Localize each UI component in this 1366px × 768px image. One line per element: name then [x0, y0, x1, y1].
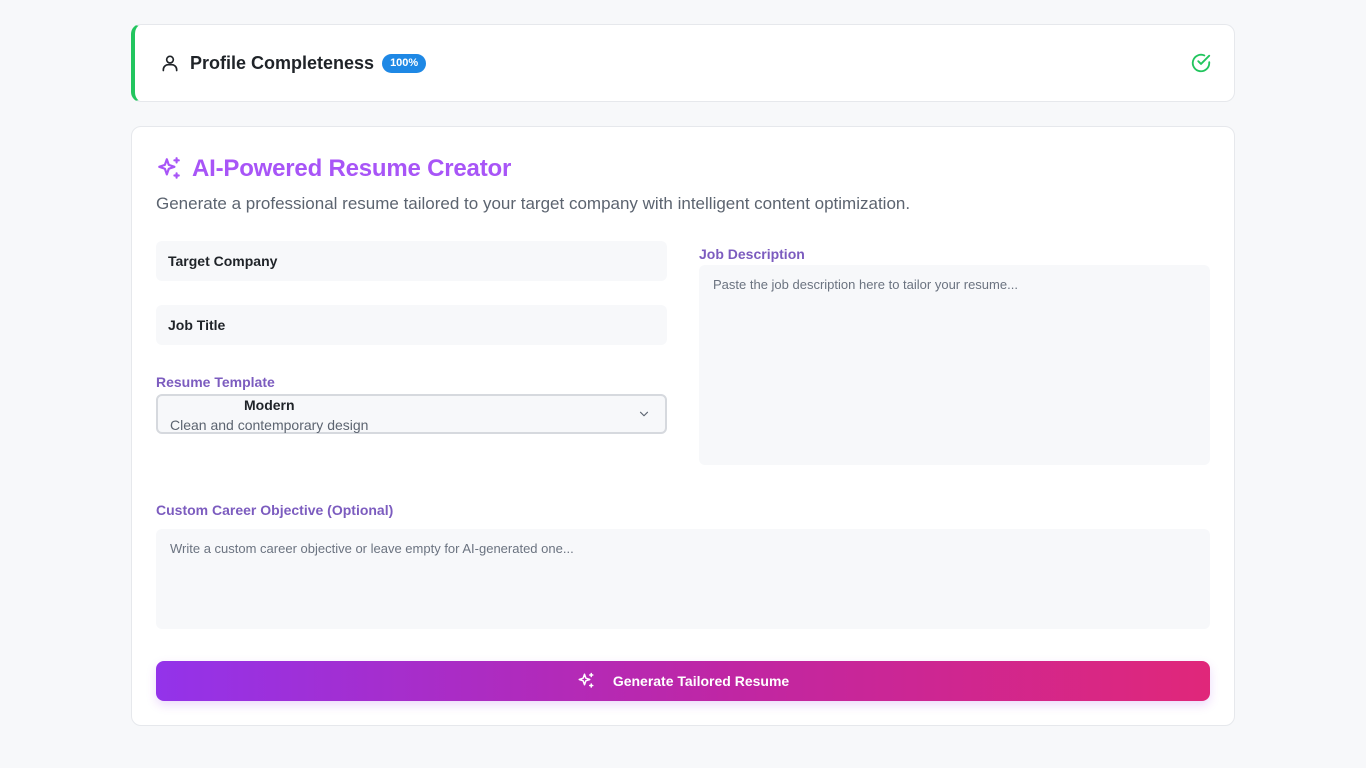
profile-completeness-title: Profile Completeness: [190, 52, 375, 73]
sparkles-icon: [156, 156, 182, 182]
generate-button-label: Generate Tailored Resume: [612, 673, 790, 689]
job-description-textarea[interactable]: Paste the job description here to tailor…: [699, 265, 1210, 465]
creator-header: AI-Powered Resume Creator: [156, 155, 511, 183]
creator-title: AI-Powered Resume Creator: [192, 155, 512, 182]
job-title-placeholder: Job Title: [168, 317, 226, 333]
sparkles-icon: [577, 672, 595, 690]
user-icon: [160, 53, 180, 73]
job-title-input[interactable]: Job Title: [156, 305, 667, 345]
generate-resume-button[interactable]: Generate Tailored Resume: [156, 661, 1210, 701]
job-description-placeholder: Paste the job description here to tailor…: [713, 277, 1018, 292]
selected-template-description: Clean and contemporary design: [170, 417, 369, 433]
selected-template-name: Modern: [244, 397, 295, 413]
completeness-badge: 100%: [382, 53, 427, 73]
chevron-down-icon: [637, 407, 651, 421]
resume-template-select[interactable]: Modern Clean and contemporary design: [156, 394, 667, 434]
resume-creator-card: AI-Powered Resume Creator Generate a pro…: [131, 126, 1235, 726]
creator-subtitle: Generate a professional resume tailored …: [156, 194, 911, 213]
career-objective-label: Custom Career Objective (Optional): [156, 502, 394, 518]
target-company-placeholder: Target Company: [168, 253, 278, 269]
job-description-label: Job Description: [699, 246, 805, 262]
check-circle-icon: [1190, 52, 1212, 74]
target-company-input[interactable]: Target Company: [156, 241, 667, 281]
profile-completeness-card: Profile Completeness 100%: [131, 24, 1235, 102]
career-objective-placeholder: Write a custom career objective or leave…: [170, 541, 574, 556]
career-objective-textarea[interactable]: Write a custom career objective or leave…: [156, 529, 1210, 629]
resume-template-label: Resume Template: [156, 374, 275, 390]
